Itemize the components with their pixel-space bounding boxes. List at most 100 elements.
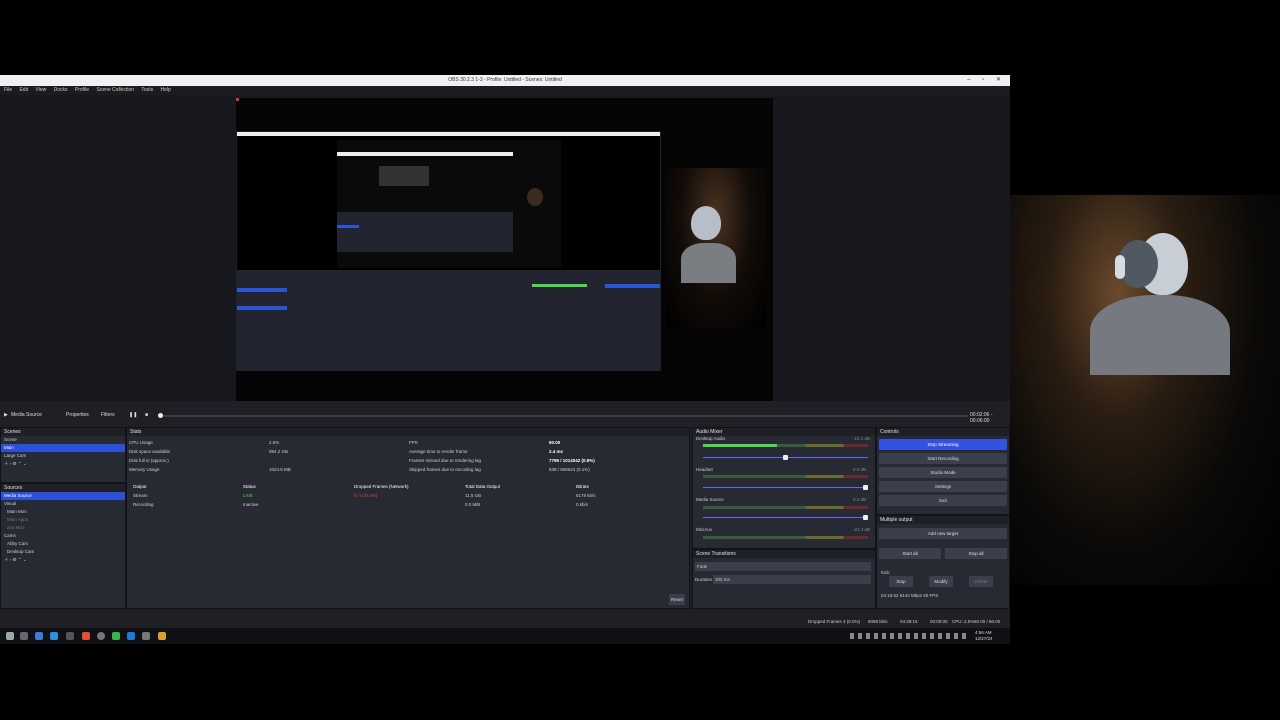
reset-button[interactable]: Reset [669, 594, 685, 605]
audio-db: 0.0 dB [853, 497, 867, 502]
stat-value: 60.00 [549, 440, 561, 445]
stat-label: Frames missed due to rendering lag [409, 458, 482, 463]
source-item[interactable]: Abby Cam [1, 540, 125, 548]
audio-db: -10.1 dB [853, 436, 871, 441]
transition-select[interactable]: Fade [695, 562, 871, 571]
status-bar: Dropped Frames 4 (0.0%) 6088 kb/s 04:28:… [0, 617, 1010, 633]
stop-streaming-button[interactable]: Stop Streaming [879, 439, 1007, 450]
obs-icon[interactable] [97, 632, 105, 640]
volume-handle[interactable] [783, 455, 788, 460]
source-toolbar[interactable]: ＋ ▫ ⚙ ⌃ ⌄ [1, 556, 125, 564]
scene-item[interactable]: Large Cam [1, 452, 125, 460]
add-target-button[interactable]: Add new target [879, 528, 1007, 539]
source-item[interactable]: 2nd Mon [1, 524, 125, 532]
system-tray[interactable] [850, 633, 970, 639]
preview-canvas[interactable] [236, 98, 773, 401]
preview-webcam [666, 168, 766, 328]
recording-dot-icon [236, 98, 239, 101]
status-badge: LIVE [243, 493, 253, 498]
stat-label: Disk full in (approx.) [129, 458, 169, 463]
stop-icon[interactable]: ■ [145, 412, 148, 418]
media-source-label: Media Source [11, 412, 42, 418]
stat-label: Average time to render frame [409, 449, 468, 454]
app-icon[interactable] [158, 632, 166, 640]
taskview-icon[interactable] [20, 632, 28, 640]
volume-handle[interactable] [863, 515, 868, 520]
table-cell: 6178 kb/s [576, 493, 596, 498]
filters-button[interactable]: Filters [101, 412, 115, 418]
app-icon[interactable] [66, 632, 74, 640]
explorer-icon[interactable] [35, 632, 43, 640]
scenes-panel: Scenes Scene Main Large Cam ＋ ▫ ⚙ ⌃ ⌄ [0, 427, 126, 483]
start-all-button[interactable]: Start all [879, 548, 941, 559]
start-recording-button[interactable]: Start Recording [879, 453, 1007, 464]
source-item[interactable]: Main Mon [1, 508, 125, 516]
stat-value: 838 / 968624 (0.1%) [549, 467, 590, 472]
menu-edit[interactable]: Edit [19, 87, 28, 93]
target-stop-button[interactable]: Stop [889, 576, 913, 587]
media-player-bar: ▶ Media Source Properties Filters ❚❚ ■ 0… [0, 409, 1010, 424]
volume-slider[interactable] [703, 487, 868, 488]
menu-scene-collection[interactable]: Scene Collection [96, 87, 134, 93]
exit-button[interactable]: Exit [879, 495, 1007, 506]
stat-value: 7798 / 1014042 (0.8%) [549, 458, 595, 463]
stat-label: Memory Usage [129, 467, 160, 472]
bitrate: 6088 kb/s [868, 619, 888, 624]
rec-time: 00:00:00 [930, 619, 948, 624]
menu-bar: File Edit View Docks Profile Scene Colle… [0, 86, 1010, 95]
browser-icon[interactable] [82, 632, 90, 640]
sources-header: Sources [1, 484, 125, 492]
target-delete-button[interactable]: Delete [969, 576, 993, 587]
menu-help[interactable]: Help [160, 87, 170, 93]
title-bar: OBS 30.2.3 1-3 - Profile: Untitled - Sce… [0, 75, 1010, 86]
properties-button[interactable]: Properties [66, 412, 89, 418]
preview-area [0, 95, 1010, 401]
stat-value: 984.2 GB [269, 449, 289, 454]
scene-toolbar[interactable]: ＋ ▫ ⚙ ⌃ ⌄ [1, 460, 125, 468]
sources-panel: Sources Media Source Visual Main Mon Mai… [0, 483, 126, 609]
duration-label: Duration [695, 577, 713, 582]
table-header: Dropped Frames (Network) [354, 484, 409, 489]
source-item-selected[interactable]: Media Source [1, 492, 125, 500]
audio-db: 0.0 dB [853, 467, 867, 472]
source-item[interactable]: Main Apps [1, 516, 125, 524]
table-cell: Stream [133, 493, 148, 498]
duration-input[interactable]: 300 ms [713, 575, 871, 584]
seek-bar[interactable] [158, 413, 968, 418]
store-icon[interactable] [50, 632, 58, 640]
chrome-icon[interactable] [112, 632, 120, 640]
menu-tools[interactable]: Tools [141, 87, 153, 93]
media-time: 00:02:06 - 00:06:00 [970, 412, 993, 424]
stop-all-button[interactable]: Stop all [945, 548, 1007, 559]
source-item[interactable]: Visual [1, 500, 125, 508]
app-icon[interactable] [142, 632, 150, 640]
settings-button[interactable]: Settings [879, 481, 1007, 492]
audio-meter [703, 536, 868, 539]
table-cell: Recording [133, 502, 154, 507]
play-icon[interactable]: ▶ [4, 412, 8, 418]
menu-docks[interactable]: Docks [54, 87, 68, 93]
audio-meter-fill [703, 444, 778, 447]
volume-handle[interactable] [863, 485, 868, 490]
app-icon[interactable] [127, 632, 135, 640]
menu-profile[interactable]: Profile [75, 87, 89, 93]
seek-handle[interactable] [158, 413, 163, 418]
clock-time: 4:56 AM [975, 630, 992, 635]
target-modify-button[interactable]: Modify [929, 576, 953, 587]
window-controls[interactable]: – ▫ ✕ [967, 75, 1006, 86]
volume-slider[interactable] [703, 517, 868, 518]
menu-file[interactable]: File [4, 87, 12, 93]
controls-header: Controls [877, 428, 1009, 436]
studio-mode-button[interactable]: Studio Mode [879, 467, 1007, 478]
target-name: Kick [881, 570, 890, 575]
scene-item-selected[interactable]: Main [1, 444, 125, 452]
audio-meter [703, 506, 868, 509]
source-item[interactable]: Cams [1, 532, 125, 540]
audio-mixer-header: Audio Mixer [693, 428, 875, 436]
pause-icon[interactable]: ❚❚ [129, 412, 137, 418]
dock-row: Scenes Scene Main Large Cam ＋ ▫ ⚙ ⌃ ⌄ So… [0, 425, 1010, 617]
menu-view[interactable]: View [35, 87, 46, 93]
scene-item[interactable]: Scene [1, 436, 125, 444]
start-icon[interactable] [6, 632, 14, 640]
source-item[interactable]: Desktop Cam [1, 548, 125, 556]
